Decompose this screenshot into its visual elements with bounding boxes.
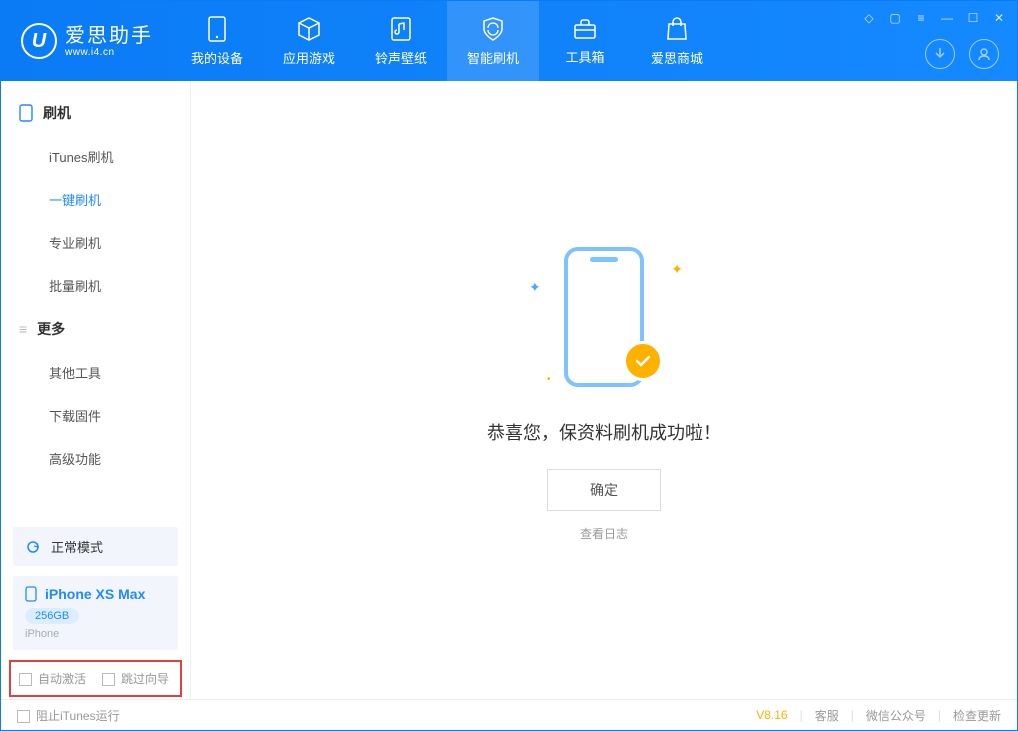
menu-icon[interactable]: ≡: [913, 11, 929, 25]
phone-small-icon: [25, 586, 37, 602]
checkbox-block-itunes[interactable]: 阻止iTunes运行: [17, 707, 120, 724]
sparkle-icon: •: [547, 374, 551, 385]
cube-icon: [296, 16, 322, 42]
footer-link-wechat[interactable]: 微信公众号: [866, 707, 926, 724]
sidebar-group-title: 刷机: [43, 103, 71, 123]
app-logo-subtitle: www.i4.cn: [65, 47, 153, 58]
maximize-button[interactable]: ☐: [965, 11, 981, 25]
feedback-icon[interactable]: ▢: [887, 11, 903, 25]
device-type: iPhone: [25, 628, 166, 640]
shirt-icon[interactable]: ◇: [861, 11, 877, 25]
list-icon: ≡: [19, 321, 27, 337]
body-area: 刷机 iTunes刷机 一键刷机 专业刷机 批量刷机 ≡ 更多 其他工具 下载固…: [1, 81, 1017, 701]
app-logo-title: 爱思助手: [65, 25, 153, 47]
sidebar-item-batch-flash[interactable]: 批量刷机: [1, 264, 190, 307]
device-mode-label: 正常模式: [51, 537, 103, 556]
device-small-icon: [19, 104, 33, 122]
checkbox-highlight-box: 自动激活 跳过向导: [9, 660, 182, 697]
download-icon[interactable]: [925, 39, 955, 69]
ok-button[interactable]: 确定: [547, 469, 661, 511]
checkbox-label: 自动激活: [38, 672, 86, 686]
sync-icon: [25, 539, 41, 555]
device-icon: [206, 16, 228, 42]
tab-ringtones-wallpapers[interactable]: 铃声壁纸: [355, 1, 447, 81]
sparkle-icon: ✦: [671, 261, 683, 278]
device-mode[interactable]: 正常模式: [13, 527, 178, 566]
success-illustration: ✦ ✦ •: [519, 241, 689, 401]
version-label: V8.16: [756, 708, 787, 722]
sidebar-group-title: 更多: [37, 319, 65, 339]
nav-tabs: 我的设备 应用游戏 铃声壁纸 智能刷机 工具箱 爱思商城: [171, 1, 723, 81]
sidebar-item-advanced[interactable]: 高级功能: [1, 437, 190, 480]
sidebar-item-itunes-flash[interactable]: iTunes刷机: [1, 135, 190, 178]
tab-apps-games[interactable]: 应用游戏: [263, 1, 355, 81]
success-message: 恭喜您，保资料刷机成功啦！: [487, 419, 721, 445]
nav-tab-label: 智能刷机: [467, 48, 519, 67]
shield-sync-icon: [480, 16, 506, 42]
device-name: iPhone XS Max: [45, 586, 145, 602]
tab-store[interactable]: 爱思商城: [631, 1, 723, 81]
status-bar: 阻止iTunes运行 V8.16 | 客服 | 微信公众号 | 检查更新: [1, 699, 1017, 730]
sparkle-icon: ✦: [529, 279, 541, 296]
logo-area: U 爱思助手 www.i4.cn: [1, 1, 171, 81]
separator: |: [851, 708, 854, 722]
footer-link-service[interactable]: 客服: [815, 707, 839, 724]
app-header: U 爱思助手 www.i4.cn 我的设备 应用游戏 铃声壁纸 智能刷机 工具箱: [1, 1, 1017, 81]
nav-tab-label: 我的设备: [191, 48, 243, 67]
device-storage-badge: 256GB: [25, 608, 79, 624]
sidebar-item-pro-flash[interactable]: 专业刷机: [1, 221, 190, 264]
music-file-icon: [389, 16, 413, 42]
checkbox-icon: [102, 673, 115, 686]
sidebar: 刷机 iTunes刷机 一键刷机 专业刷机 批量刷机 ≡ 更多 其他工具 下载固…: [1, 81, 191, 701]
checkbox-label: 跳过向导: [121, 672, 169, 686]
separator: |: [938, 708, 941, 722]
minimize-button[interactable]: —: [939, 11, 955, 25]
sidebar-group-more: ≡ 更多: [1, 307, 190, 351]
checkbox-auto-activate[interactable]: 自动激活: [19, 670, 86, 687]
sidebar-item-oneclick-flash[interactable]: 一键刷机: [1, 178, 190, 221]
nav-tab-label: 铃声壁纸: [375, 48, 427, 67]
sidebar-group-flash: 刷机: [1, 91, 190, 135]
check-badge-icon: [623, 341, 663, 381]
view-log-link[interactable]: 查看日志: [580, 525, 628, 542]
checkbox-label: 阻止iTunes运行: [36, 709, 120, 723]
separator: |: [800, 708, 803, 722]
toolbox-icon: [572, 17, 598, 41]
nav-tab-label: 工具箱: [565, 47, 604, 66]
header-right-icons: [925, 39, 999, 69]
sidebar-item-other-tools[interactable]: 其他工具: [1, 351, 190, 394]
tab-toolbox[interactable]: 工具箱: [539, 1, 631, 81]
device-card[interactable]: iPhone XS Max 256GB iPhone: [13, 576, 178, 650]
nav-tab-label: 爱思商城: [651, 48, 703, 67]
window-controls: ◇ ▢ ≡ — ☐ ✕: [861, 11, 1007, 25]
checkbox-icon: [17, 710, 30, 723]
account-icon[interactable]: [969, 39, 999, 69]
sidebar-item-download-firmware[interactable]: 下载固件: [1, 394, 190, 437]
checkbox-skip-guide[interactable]: 跳过向导: [102, 670, 169, 687]
close-button[interactable]: ✕: [991, 11, 1007, 25]
checkbox-icon: [19, 673, 32, 686]
shopping-bag-icon: [665, 16, 689, 42]
nav-tab-label: 应用游戏: [283, 48, 335, 67]
sidebar-device-area: 正常模式 iPhone XS Max 256GB iPhone 自动激活 跳过向…: [1, 517, 190, 701]
tab-my-device[interactable]: 我的设备: [171, 1, 263, 81]
main-content: ✦ ✦ • 恭喜您，保资料刷机成功啦！ 确定 查看日志: [191, 81, 1017, 701]
app-logo-icon: U: [21, 23, 57, 59]
tab-smart-flash[interactable]: 智能刷机: [447, 1, 539, 81]
footer-link-update[interactable]: 检查更新: [953, 707, 1001, 724]
